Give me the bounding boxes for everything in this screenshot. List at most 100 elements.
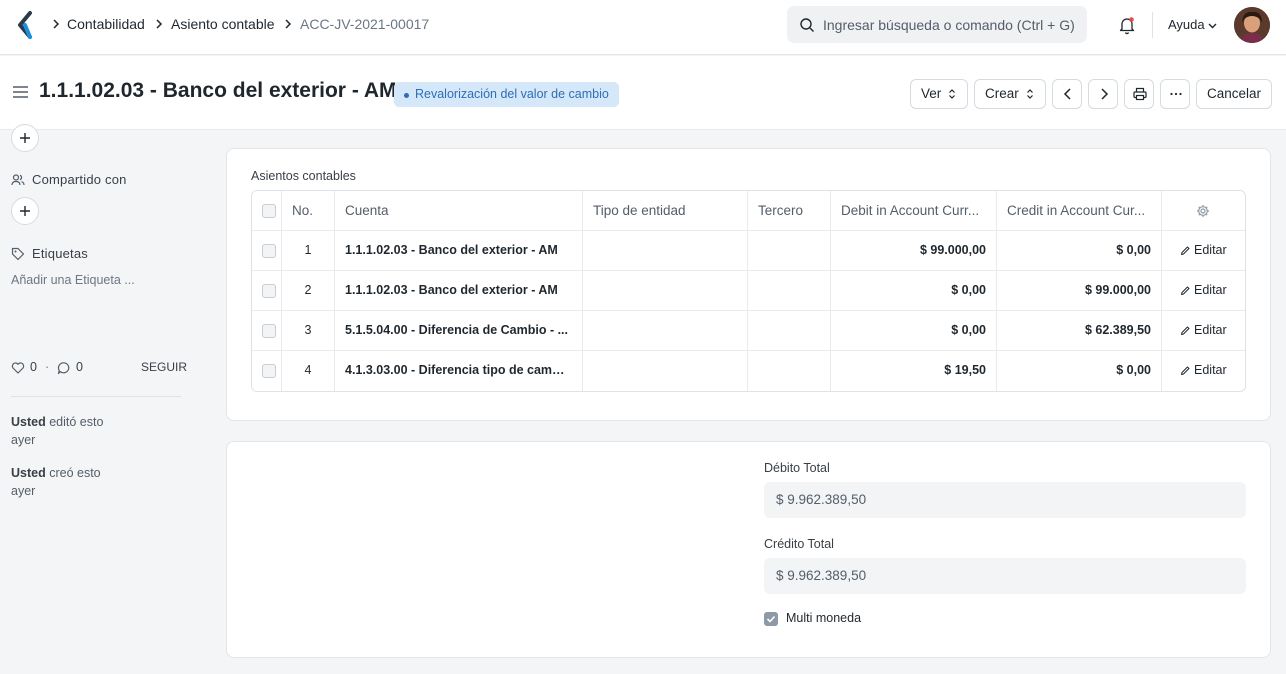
view-button-label: Ver [921, 86, 942, 101]
app-logo-icon[interactable] [14, 11, 36, 39]
row-credit[interactable]: $ 62.389,50 [997, 311, 1162, 351]
pencil-icon [1181, 326, 1190, 335]
row-number: 1 [282, 231, 335, 271]
tag-icon [11, 247, 25, 261]
column-header-party[interactable]: Tercero [748, 191, 831, 231]
row-number: 3 [282, 311, 335, 351]
notification-bell-icon[interactable] [1117, 15, 1137, 35]
page-title: 1.1.1.02.03 - Banco del exterior - AM [39, 79, 397, 102]
accounts-table: No. Cuenta Tipo de entidad Tercero Debit… [251, 190, 1246, 392]
row-party-type[interactable] [583, 271, 748, 311]
likes-count: 0 [30, 360, 37, 374]
column-header-account[interactable]: Cuenta [335, 191, 583, 231]
row-account[interactable]: 1.1.1.02.03 - Banco del exterior - AM [335, 231, 583, 271]
help-menu[interactable]: Ayuda [1168, 17, 1205, 32]
previous-doc-button[interactable] [1052, 79, 1082, 109]
sort-updown-icon [1027, 89, 1033, 99]
row-debit[interactable]: $ 99.000,00 [831, 231, 997, 271]
add-tag-link[interactable]: Añadir una Etiqueta ... [11, 273, 135, 287]
multi-currency-label[interactable]: Multi moneda [786, 611, 861, 625]
row-credit[interactable]: $ 0,00 [997, 351, 1162, 391]
row-edit-label: Editar [1194, 243, 1227, 257]
select-all-checkbox[interactable] [262, 204, 276, 218]
total-credit-field[interactable]: $ 9.962.389,50 [764, 558, 1246, 594]
activity-item: Usted creó esto ayer [11, 464, 131, 500]
row-checkbox[interactable] [262, 364, 276, 378]
cancel-button[interactable]: Cancelar [1196, 79, 1272, 109]
table-row[interactable]: 3 5.1.5.04.00 - Diferencia de Cambio - .… [252, 311, 1245, 351]
avatar-image-icon [1234, 7, 1270, 43]
multi-currency-checkbox[interactable] [764, 612, 778, 626]
row-edit-cell: Editar [1162, 351, 1245, 391]
hamburger-menu-icon[interactable] [12, 85, 29, 99]
column-header-credit[interactable]: Credit in Account Cur... [997, 191, 1162, 231]
column-header-party-type[interactable]: Tipo de entidad [583, 191, 748, 231]
row-edit-cell: Editar [1162, 271, 1245, 311]
breadcrumb-asiento-contable[interactable]: Asiento contable [171, 16, 275, 32]
row-account[interactable]: 4.1.3.03.00 - Diferencia tipo de cambi..… [335, 351, 583, 391]
total-debit-label: Débito Total [764, 461, 830, 475]
follow-button[interactable]: SEGUIR [141, 360, 187, 374]
plus-icon [20, 206, 30, 216]
search-bar[interactable]: Ingresar búsqueda o comando (Ctrl + G) [787, 6, 1087, 43]
chevron-right-icon [285, 19, 292, 29]
row-party[interactable] [748, 351, 831, 391]
chevron-right-icon [156, 19, 163, 29]
row-party-type[interactable] [583, 351, 748, 391]
entries-section-label: Asientos contables [251, 169, 356, 183]
separator-dot: · [45, 360, 50, 374]
row-checkbox[interactable] [262, 244, 276, 258]
row-debit[interactable]: $ 19,50 [831, 351, 997, 391]
more-options-button[interactable] [1160, 79, 1190, 109]
tags-label: Etiquetas [32, 246, 89, 261]
search-input[interactable]: Ingresar búsqueda o comando (Ctrl + G) [823, 17, 1075, 33]
ellipsis-icon [1170, 92, 1182, 96]
printer-icon [1133, 87, 1147, 101]
share-add-button[interactable] [11, 197, 39, 225]
create-button[interactable]: Crear [974, 79, 1046, 109]
row-edit-cell: Editar [1162, 311, 1245, 351]
user-avatar[interactable] [1234, 7, 1270, 43]
table-row[interactable]: 4 4.1.3.03.00 - Diferencia tipo de cambi… [252, 351, 1245, 391]
row-credit[interactable]: $ 0,00 [997, 231, 1162, 271]
row-party-type[interactable] [583, 311, 748, 351]
chevron-right-icon [53, 19, 60, 29]
view-button[interactable]: Ver [910, 79, 968, 109]
print-button[interactable] [1124, 79, 1154, 109]
chevron-right-icon [1101, 88, 1109, 100]
top-navbar: Contabilidad Asiento contable ACC-JV-202… [0, 0, 1286, 55]
row-party-type[interactable] [583, 231, 748, 271]
row-account[interactable]: 1.1.1.02.03 - Banco del exterior - AM [335, 271, 583, 311]
activity-action: editó esto [49, 415, 104, 429]
row-party[interactable] [748, 311, 831, 351]
column-header-no[interactable]: No. [282, 191, 335, 231]
comment-icon[interactable] [57, 361, 71, 375]
row-debit[interactable]: $ 0,00 [831, 311, 997, 351]
gear-icon[interactable] [1196, 204, 1210, 218]
column-header-debit[interactable]: Debit in Account Curr... [831, 191, 997, 231]
table-row[interactable]: 2 1.1.1.02.03 - Banco del exterior - AM … [252, 271, 1245, 311]
row-party[interactable] [748, 231, 831, 271]
row-checkbox[interactable] [262, 284, 276, 298]
total-debit-field[interactable]: $ 9.962.389,50 [764, 482, 1246, 518]
row-party[interactable] [748, 271, 831, 311]
chevron-left-icon [1063, 88, 1071, 100]
activity-user: Usted [11, 415, 46, 429]
breadcrumb-current-doc[interactable]: ACC-JV-2021-00017 [300, 16, 429, 32]
row-checkbox[interactable] [262, 324, 276, 338]
breadcrumb-contabilidad[interactable]: Contabilidad [67, 16, 145, 32]
heart-icon[interactable] [11, 361, 25, 375]
check-icon [766, 615, 776, 623]
table-row[interactable]: 1 1.1.1.02.03 - Banco del exterior - AM … [252, 231, 1245, 271]
pencil-icon [1181, 246, 1190, 255]
search-icon [800, 18, 814, 32]
assign-add-button[interactable] [11, 124, 39, 152]
navbar-divider [1152, 12, 1153, 38]
row-debit[interactable]: $ 0,00 [831, 271, 997, 311]
next-doc-button[interactable] [1088, 79, 1118, 109]
row-account[interactable]: 5.1.5.04.00 - Diferencia de Cambio - ... [335, 311, 583, 351]
row-credit[interactable]: $ 99.000,00 [997, 271, 1162, 311]
row-select-cell [252, 311, 282, 351]
table-header-row: No. Cuenta Tipo de entidad Tercero Debit… [252, 191, 1245, 231]
chevron-down-icon[interactable] [1207, 20, 1218, 31]
